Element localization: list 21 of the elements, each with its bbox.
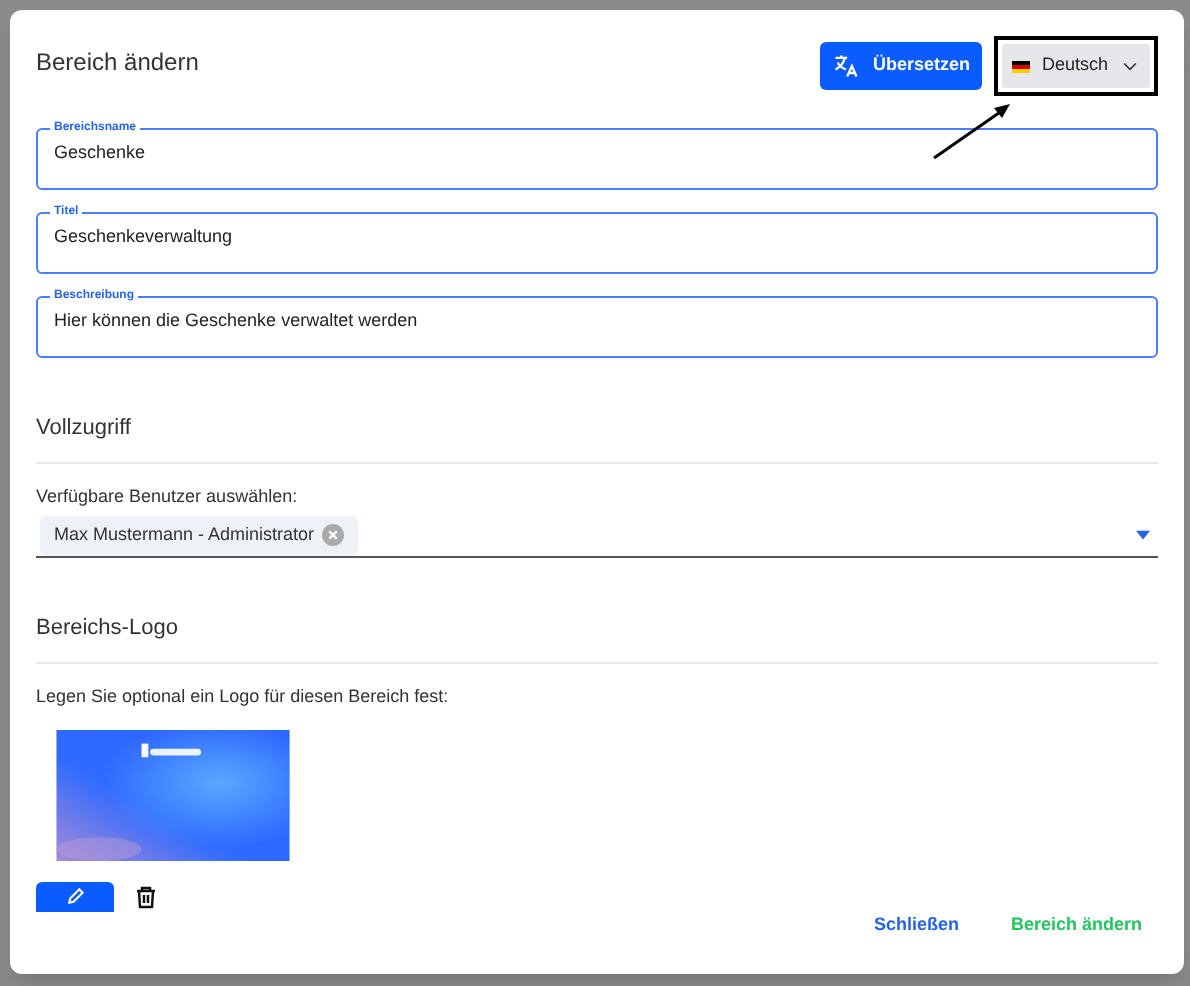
section-heading: Bereichs-Logo — [36, 615, 178, 639]
field-value: Geschenkeverwaltung — [52, 224, 233, 250]
dropdown-icon — [1136, 530, 1150, 540]
section-heading: Vollzugriff — [36, 416, 131, 440]
user-chip: Max Mustermann - Administrator — [40, 515, 359, 555]
translate-icon — [832, 52, 861, 80]
trash-icon[interactable] — [134, 883, 158, 909]
pencil-icon — [65, 886, 85, 906]
arrow-annotation — [930, 100, 1014, 162]
language-select[interactable]: Deutsch — [1001, 44, 1150, 88]
field-value: Hier können die Geschenke verwaltet werden — [52, 308, 418, 334]
translate-button[interactable]: Übersetzen — [820, 42, 982, 90]
edit-button[interactable] — [36, 881, 114, 911]
logo-hint: Legen Sie optional ein Logo für diesen Bereich fest: — [36, 683, 451, 710]
flag-icon — [1011, 59, 1030, 73]
user-select-label: Verfügbare Benutzer auswählen: — [36, 484, 300, 510]
remove-icon — [322, 524, 345, 546]
user-select[interactable]: Max Mustermann - Administrator — [36, 515, 1158, 557]
field-value: Geschenke — [52, 140, 146, 166]
dialog-title: Bereich ändern — [36, 45, 199, 79]
footer-button[interactable]: Schließen — [873, 911, 959, 938]
